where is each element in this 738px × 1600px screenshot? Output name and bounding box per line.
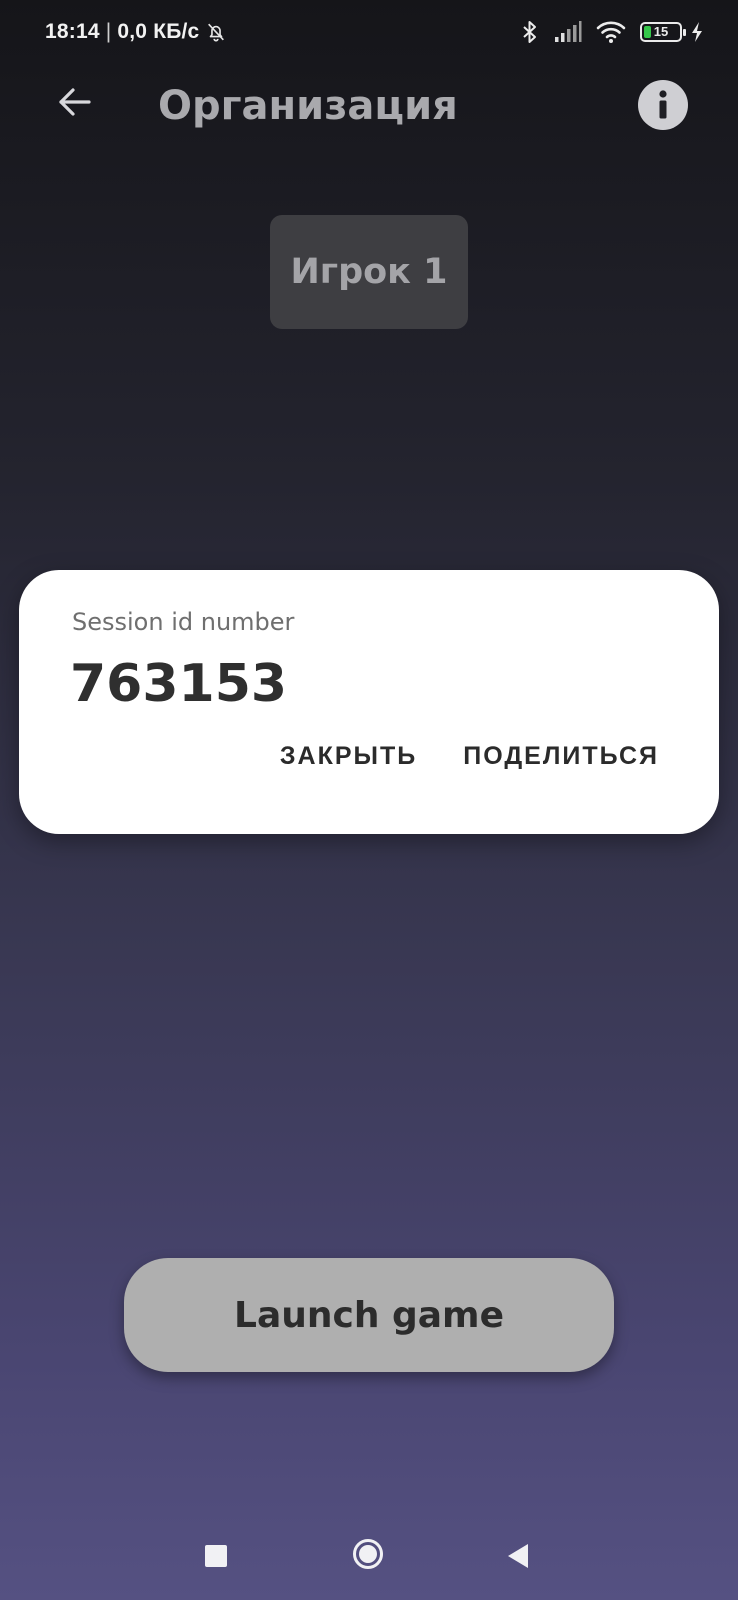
info-icon (659, 90, 667, 119)
launch-game-button[interactable]: Launch game (124, 1258, 614, 1372)
home-circle-icon[interactable] (353, 1539, 383, 1569)
charging-bolt-icon (692, 22, 702, 42)
close-button[interactable]: ЗАКРЫТЬ (280, 738, 417, 775)
recents-square-icon[interactable] (205, 1545, 227, 1567)
battery-level: 15 (653, 24, 669, 39)
network-speed: 0,0 КБ/с (117, 20, 200, 43)
system-nav-bar (0, 1510, 738, 1600)
home-circle-inner (359, 1545, 377, 1563)
session-id-label: Session id number (72, 608, 295, 636)
session-id-value: 763153 (70, 654, 288, 714)
session-dialog: Session id number 763153 ЗАКРЫТЬ ПОДЕЛИТ… (19, 570, 719, 834)
bell-off-icon (208, 23, 225, 42)
status-time: 18:14 (45, 20, 100, 43)
wifi-icon (596, 21, 626, 43)
battery-icon: 15 (640, 22, 686, 42)
status-separator: | (105, 20, 112, 43)
share-button[interactable]: ПОДЕЛИТЬСЯ (463, 738, 659, 775)
back-triangle-icon[interactable] (508, 1544, 528, 1568)
signal-icon (555, 21, 582, 42)
arrow-left-icon (59, 88, 91, 116)
back-button[interactable] (52, 80, 96, 124)
launch-game-label: Launch game (234, 1294, 504, 1336)
status-bar: 18:14 | 0,0 КБ/с 15 (0, 0, 738, 66)
dialog-actions: ЗАКРЫТЬ ПОДЕЛИТЬСЯ (280, 738, 659, 775)
bluetooth-icon (523, 21, 536, 43)
status-right: 15 (520, 20, 704, 44)
player-chip[interactable]: Игрок 1 (270, 215, 468, 329)
player-label: Игрок 1 (290, 252, 448, 292)
page-title: Организация (158, 83, 458, 129)
info-button[interactable] (638, 80, 688, 130)
status-left: 18:14 | 0,0 КБ/с (45, 20, 227, 44)
